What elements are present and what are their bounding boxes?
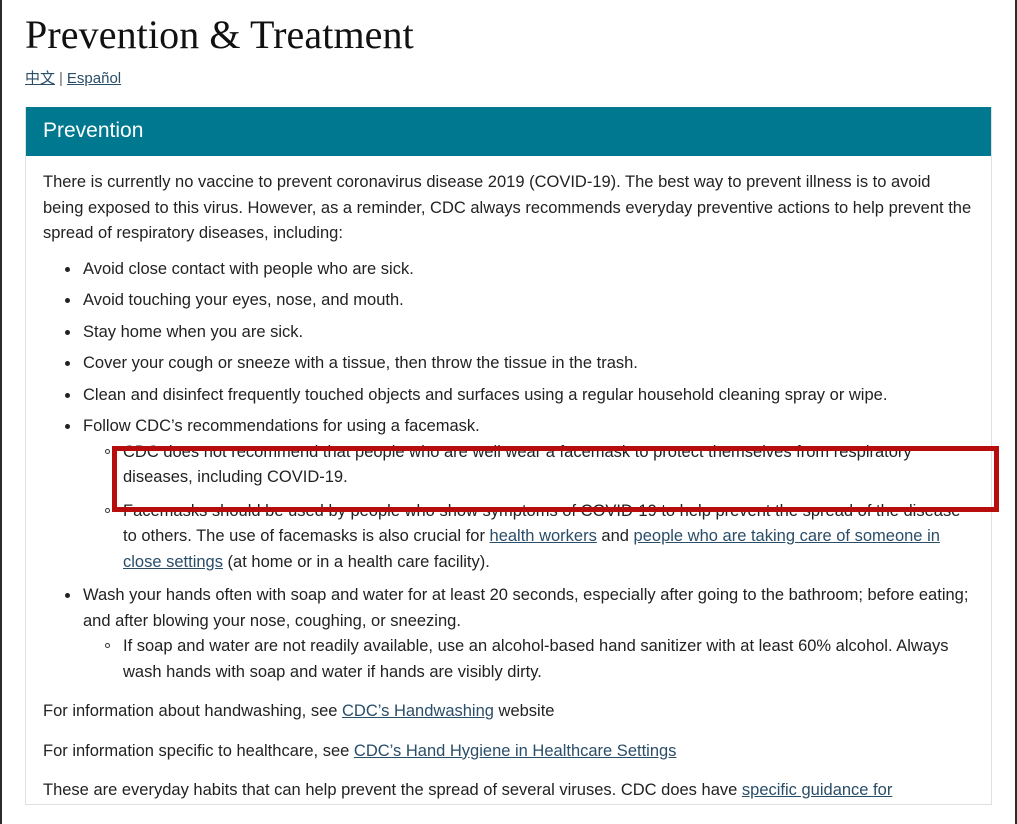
link-health-workers[interactable]: health workers (490, 527, 597, 545)
paragraph-text-before: For information specific to healthcare, … (43, 741, 354, 760)
list-item: Stay home when you are sick. (43, 320, 974, 346)
paragraph-text-before: These are everyday habits that can help … (43, 781, 742, 800)
list-item-text: Avoid touching your eyes, nose, and mout… (83, 291, 404, 310)
list-item-text: Clean and disinfect frequently touched o… (83, 385, 888, 404)
language-link-chinese[interactable]: 中文 (25, 70, 55, 87)
list-item: Avoid touching your eyes, nose, and mout… (43, 288, 974, 314)
bullet-dot-icon (65, 266, 70, 272)
prevention-card: Prevention There is currently no vaccine… (25, 107, 992, 805)
language-links: 中文 | Español (25, 70, 992, 88)
language-separator: | (59, 70, 63, 87)
bullet-circle-icon (105, 507, 110, 513)
bullet-circle-icon (105, 643, 110, 649)
prevention-bullet-list: Avoid close contact with people who are … (43, 257, 974, 686)
intro-paragraph: There is currently no vaccine to prevent… (43, 173, 972, 243)
sub-list-item-sanitizer: If soap and water are not readily availa… (43, 634, 974, 685)
list-item-text: Follow CDC’s recommendations for using a… (83, 417, 480, 436)
bullet-dot-icon (65, 298, 70, 304)
facemask-sub-list: CDC does not recommend that people who a… (43, 440, 974, 576)
paragraph-text-after: website (493, 702, 555, 721)
everyday-habits-paragraph: These are everyday habits that can help … (43, 764, 974, 804)
handwashing-sub-list: If soap and water are not readily availa… (43, 634, 974, 685)
list-item-handwashing: Wash your hands often with soap and wate… (43, 583, 974, 685)
list-item: Avoid close contact with people who are … (43, 257, 974, 283)
sub-list-item-text: CDC does not recommend that people who a… (123, 442, 912, 487)
bullet-dot-icon (65, 329, 70, 335)
sub-list-item-text: If soap and water are not readily availa… (123, 637, 949, 681)
sub-list-item-facemask-use: Facemasks should be used by people who s… (43, 499, 974, 576)
healthcare-info-paragraph: For information specific to healthcare, … (43, 725, 974, 765)
list-item-text: Cover your cough or sneeze with a tissue… (83, 354, 638, 373)
list-item: Cover your cough or sneeze with a tissue… (43, 351, 974, 377)
list-item-text: Avoid close contact with people who are … (83, 259, 414, 278)
list-item-facemask: Follow CDC’s recommendations for using a… (43, 414, 974, 575)
sub-list-item-text-part3: (at home or in a health care facility). (222, 552, 490, 571)
link-cdc-handwashing[interactable]: CDC’s Handwashing (342, 702, 494, 720)
bullet-dot-icon (65, 593, 70, 599)
prevention-card-header: Prevention (26, 107, 991, 157)
page-title: Prevention & Treatment (25, 12, 414, 57)
language-link-spanish[interactable]: Español (67, 70, 121, 87)
handwashing-info-paragraph: For information about handwashing, see C… (43, 685, 974, 725)
page-frame: Prevention & Treatment 中文 | Español Preven… (0, 0, 1017, 824)
sub-list-item-text-part2: and (596, 527, 634, 546)
paragraph-text-before: For information about handwashing, see (43, 702, 343, 721)
link-specific-guidance[interactable]: specific guidance for (742, 781, 892, 799)
page-inner: Prevention & Treatment 中文 | Español Preven… (2, 0, 1015, 805)
list-item: Clean and disinfect frequently touched o… (43, 383, 974, 409)
sub-list-item-highlighted: CDC does not recommend that people who a… (43, 440, 974, 491)
list-item-text: Stay home when you are sick. (83, 322, 304, 341)
link-cdc-hand-hygiene[interactable]: CDC’s Hand Hygiene in Healthcare Setting… (354, 742, 677, 760)
bullet-circle-icon (105, 448, 110, 454)
bullet-dot-icon (65, 361, 70, 367)
list-item-text: Wash your hands often with soap and wate… (83, 586, 969, 630)
bullet-dot-icon (65, 392, 70, 398)
prevention-card-body: There is currently no vaccine to prevent… (26, 156, 991, 804)
bullet-dot-icon (65, 424, 70, 430)
